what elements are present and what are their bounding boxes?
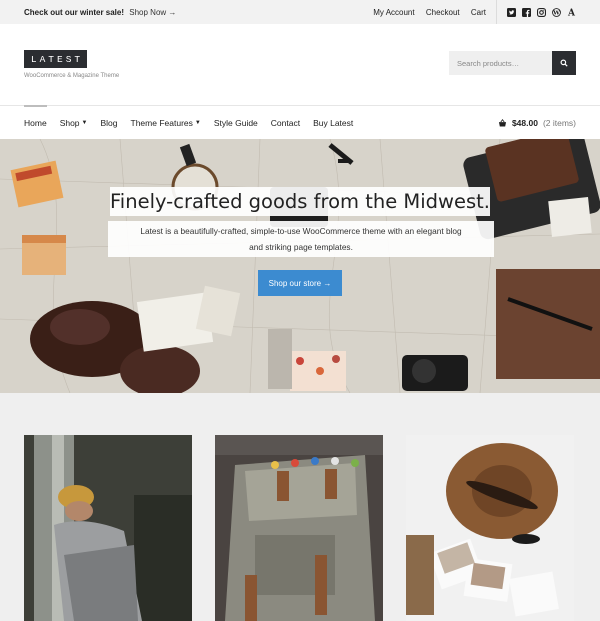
nav-item-style-guide[interactable]: Style Guide — [214, 106, 258, 140]
nav-label: Contact — [270, 117, 301, 128]
hero-banner: Finely-crafted goods from the Midwest. L… — [0, 139, 600, 393]
nav-label: Style Guide — [213, 117, 258, 128]
main-nav: Home Shop ▼ Blog Theme Features ▼ Style Gu… — [0, 104, 600, 140]
basket-icon — [498, 118, 506, 127]
product-image — [406, 435, 574, 621]
hero-title: Finely-crafted goods from the Midwest. — [110, 187, 490, 216]
wordpress-icon[interactable]: W — [552, 7, 561, 17]
my-account-link[interactable]: My Account — [373, 8, 414, 17]
product-card[interactable] — [215, 435, 383, 621]
chevron-down-icon: ▼ — [194, 119, 201, 126]
nav-item-theme-features[interactable]: Theme Features ▼ — [131, 106, 201, 140]
product-card[interactable] — [24, 435, 192, 621]
nav-label: Theme Features — [130, 117, 193, 128]
header-cart[interactable]: $48.00 (2 items) — [498, 118, 576, 128]
twitter-icon[interactable] — [507, 7, 516, 17]
site-logo[interactable]: LATEST — [24, 50, 87, 68]
site-header: LATEST WooCommerce & Magazine Theme Sear… — [0, 24, 600, 105]
instagram-icon[interactable] — [537, 7, 546, 17]
svg-text:A: A — [567, 9, 576, 17]
account-links: My Account Checkout Cart — [364, 8, 486, 17]
site-tagline: WooCommerce & Magazine Theme — [24, 73, 120, 79]
nav-label: Blog — [100, 117, 118, 128]
font-a-icon[interactable]: A — [567, 8, 576, 17]
shop-now-link[interactable]: Shop Now → — [129, 8, 176, 17]
hero-subtitle-line: and striking page templates. — [249, 242, 353, 252]
product-image — [24, 435, 192, 621]
promo-label: Check out our winter sale! — [24, 7, 125, 17]
nav-label: Buy Latest — [313, 117, 354, 128]
product-search: Search products… — [449, 51, 576, 75]
nav-label: Shop — [59, 117, 80, 128]
top-bar: Check out our winter sale! Shop Now → My… — [0, 0, 600, 24]
search-input[interactable]: Search products… — [449, 51, 552, 75]
shop-store-button[interactable]: Shop our store → — [258, 270, 342, 296]
divider — [496, 0, 497, 24]
nav-item-buy-latest[interactable]: Buy Latest — [313, 106, 353, 140]
hero-subtitle-line: Latest is a beautifully-crafted, simple-… — [140, 226, 462, 236]
checkout-link[interactable]: Checkout — [426, 8, 460, 17]
product-image — [215, 435, 383, 621]
search-icon — [560, 59, 568, 67]
cart-total: $48.00 — [511, 117, 538, 128]
nav-item-home[interactable]: Home — [24, 104, 47, 140]
chevron-down-icon: ▼ — [81, 119, 88, 126]
product-card[interactable] — [406, 435, 574, 621]
cart-link[interactable]: Cart — [471, 8, 486, 17]
social-links: W A — [507, 7, 576, 17]
nav-label: Home — [24, 117, 47, 128]
product-grid — [0, 393, 600, 621]
hero-image — [0, 139, 600, 393]
hero-subtitle: Latest is a beautifully-crafted, simple-… — [108, 221, 494, 257]
search-button[interactable] — [552, 51, 576, 75]
svg-text:W: W — [552, 10, 560, 16]
facebook-icon[interactable] — [522, 7, 531, 17]
nav-item-contact[interactable]: Contact — [271, 106, 300, 140]
cart-count: (2 items) — [542, 117, 576, 128]
promo-text: Check out our winter sale! Shop Now → — [24, 8, 176, 17]
nav-item-blog[interactable]: Blog — [101, 106, 118, 140]
branding: LATEST WooCommerce & Magazine Theme — [24, 50, 119, 79]
nav-item-shop[interactable]: Shop ▼ — [60, 106, 88, 140]
